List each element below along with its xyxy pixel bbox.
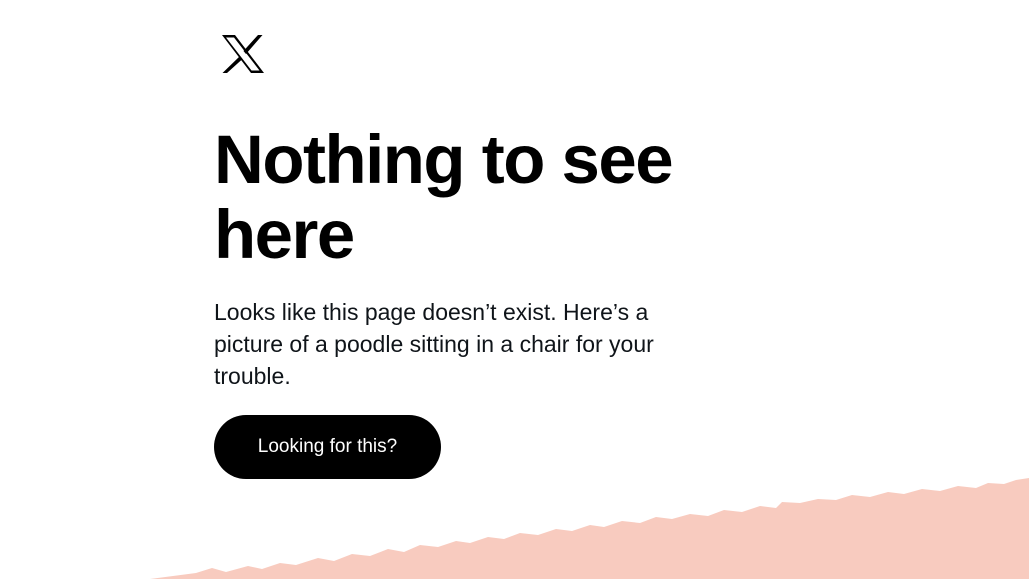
looking-for-this-button[interactable]: Looking for this?	[214, 415, 441, 479]
not-found-message: Looks like this page doesn’t exist. Here…	[214, 299, 654, 389]
not-found-page: Nothing to see here Looks like this page…	[0, 0, 1029, 579]
pink-torn-paper-decoration	[150, 478, 1029, 579]
page-headline: Nothing to see here	[214, 121, 674, 273]
x-logo-icon[interactable]	[221, 34, 265, 74]
